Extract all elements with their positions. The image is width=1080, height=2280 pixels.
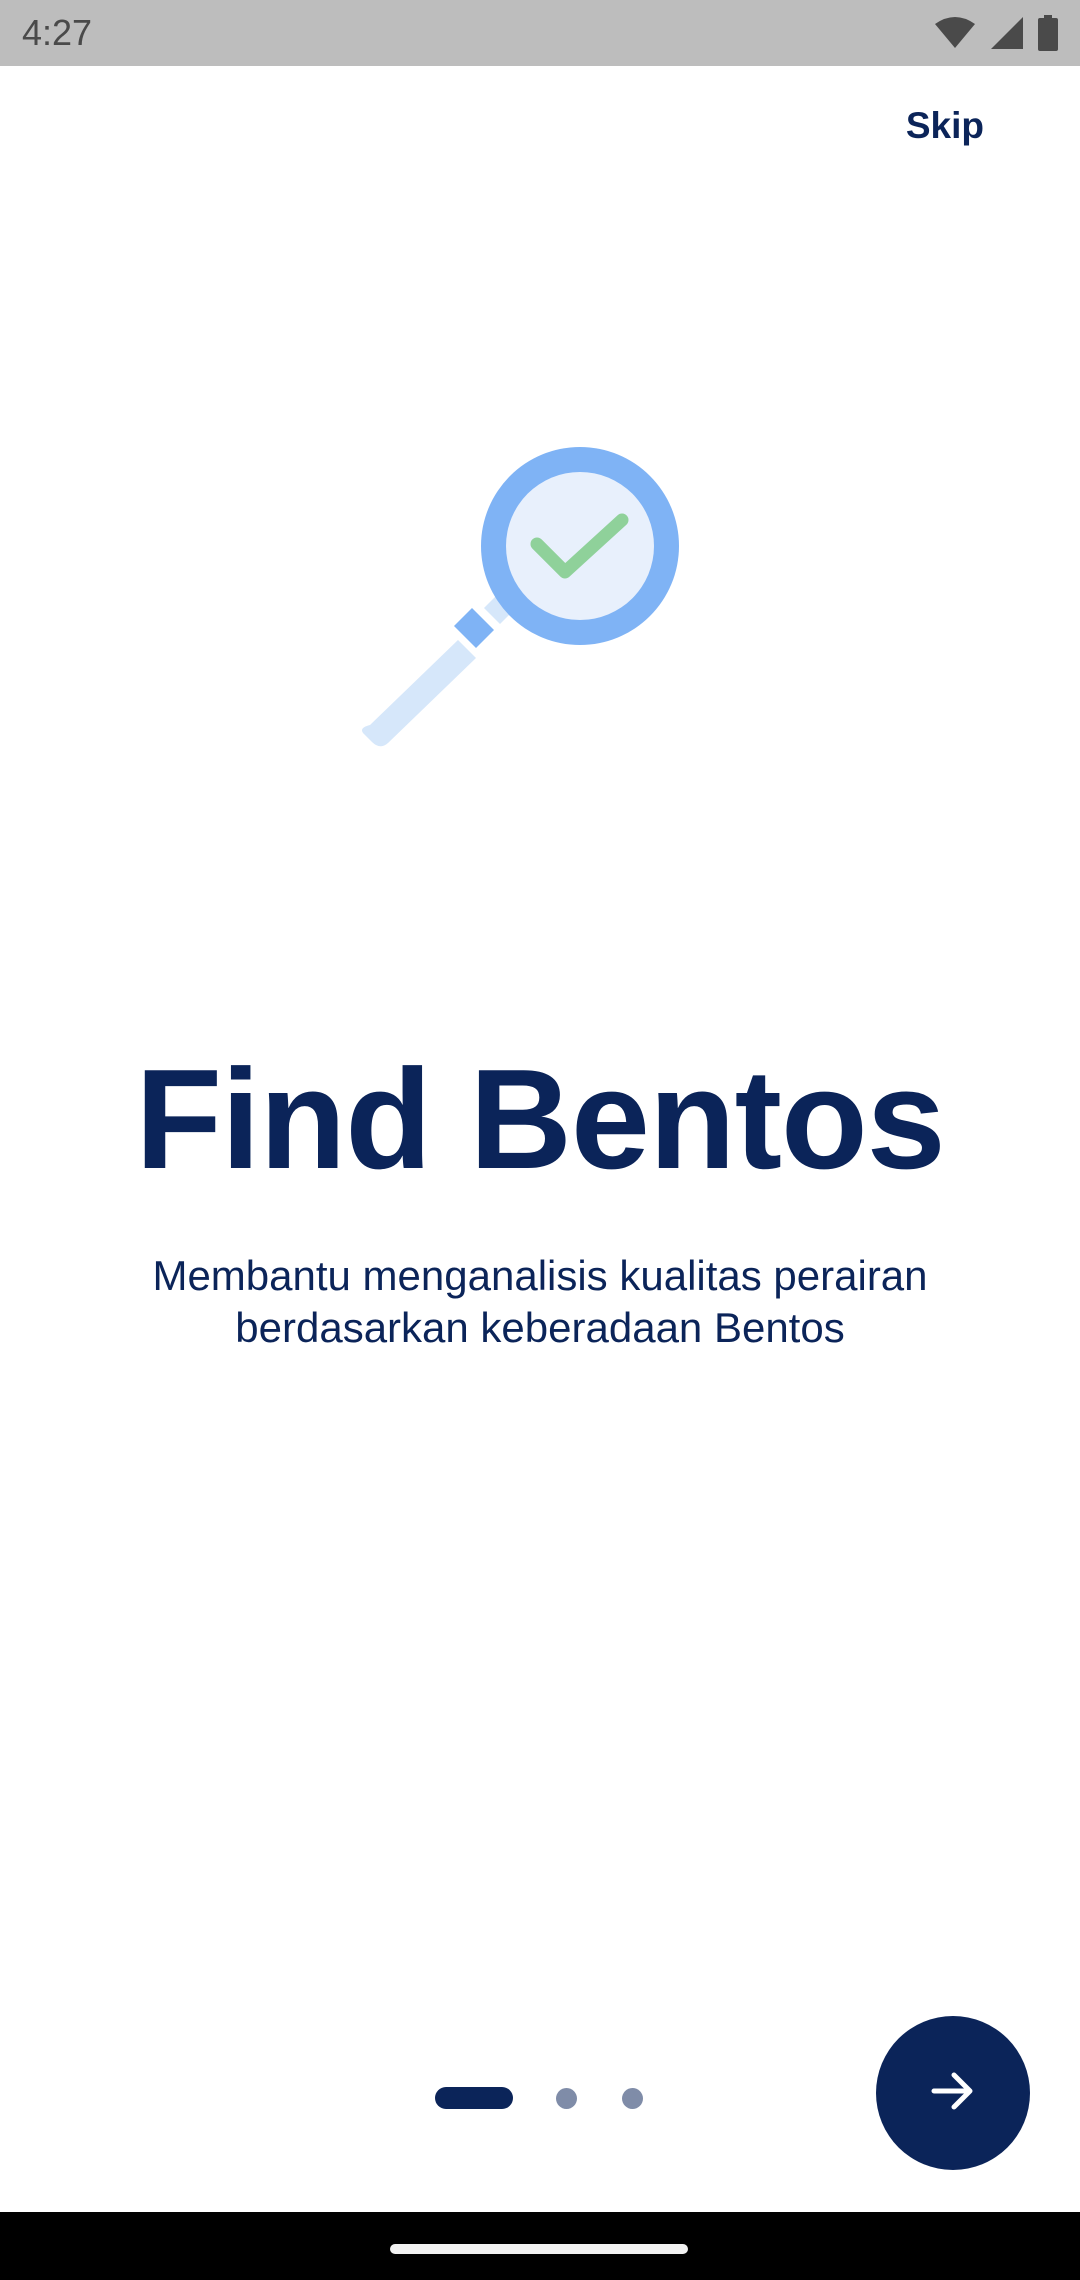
subtitle-line-2: berdasarkan keberadaan Bentos xyxy=(235,1304,845,1351)
page-indicator xyxy=(435,2086,655,2109)
magnifier-check-icon xyxy=(350,440,690,770)
home-handle[interactable] xyxy=(390,2244,688,2254)
skip-button[interactable]: Skip xyxy=(906,102,984,150)
page-title: Find Bentos xyxy=(135,1040,945,1199)
system-nav-bar xyxy=(0,2212,1080,2280)
next-button[interactable] xyxy=(876,2016,1030,2170)
status-icons xyxy=(934,14,1058,52)
page-indicator-active xyxy=(435,2087,513,2109)
page-indicator-dot-2 xyxy=(556,2088,577,2109)
status-bar: 4:27 xyxy=(0,0,1080,66)
subtitle-line-1: Membantu menganalisis kualitas perairan xyxy=(152,1252,928,1299)
page-subtitle: Membantu menganalisis kualitas perairan … xyxy=(90,1250,990,1354)
wifi-icon xyxy=(934,16,976,50)
signal-icon xyxy=(990,16,1024,50)
battery-icon xyxy=(1038,15,1058,51)
arrow-right-icon xyxy=(926,2064,980,2123)
page-indicator-dot-3 xyxy=(622,2088,643,2109)
status-time: 4:27 xyxy=(22,12,93,53)
